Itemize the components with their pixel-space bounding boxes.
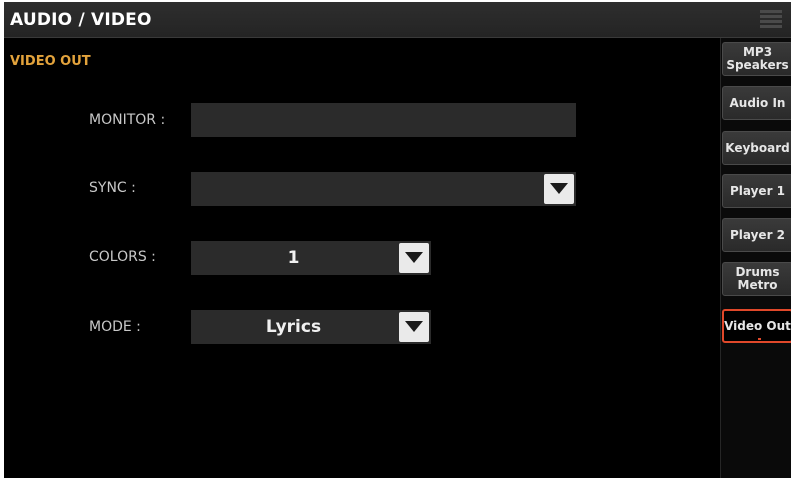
tab-label: Audio In	[729, 95, 786, 110]
tab-label: MP3 Speakers	[726, 45, 789, 72]
mode-value: Lyrics	[265, 317, 322, 337]
chevron-down-icon[interactable]	[399, 312, 429, 342]
tab-audio-in[interactable]: Audio In	[722, 86, 791, 120]
mode-label: MODE :	[89, 319, 141, 335]
tab-label: Player 2	[729, 227, 786, 242]
page-title: AUDIO / VIDEO	[10, 10, 152, 30]
tab-label: Video Out	[724, 318, 791, 333]
chevron-down-icon[interactable]	[399, 243, 429, 273]
colors-dropdown[interactable]: 1	[191, 241, 431, 275]
header-bar: AUDIO / VIDEO	[4, 2, 791, 38]
tab-keyboard[interactable]: Keyboard	[722, 131, 791, 165]
colors-label: COLORS :	[89, 249, 156, 265]
tab-player-1[interactable]: Player 1	[722, 174, 791, 208]
hamburger-menu-icon[interactable]	[760, 10, 782, 28]
tab-player-2[interactable]: Player 2	[722, 218, 791, 252]
tab-label: Player 1	[729, 183, 786, 198]
tab-label: Drums Metro	[735, 265, 780, 292]
colors-value: 1	[287, 248, 300, 268]
chevron-down-icon[interactable]	[544, 174, 574, 204]
sync-value	[191, 172, 541, 206]
monitor-field[interactable]	[191, 103, 576, 137]
tab-drums-metro[interactable]: Drums Metro	[722, 262, 791, 296]
mode-dropdown[interactable]: Lyrics	[191, 310, 431, 344]
tab-mp3-speakers[interactable]: MP3 Speakers	[722, 42, 791, 76]
monitor-label: MONITOR :	[89, 112, 166, 128]
tab-label: Keyboard	[725, 140, 790, 155]
sync-dropdown[interactable]	[191, 172, 576, 206]
section-title: VIDEO OUT	[10, 54, 91, 69]
main-screen: AUDIO / VIDEO VIDEO OUT MONITOR : SYNC :…	[4, 2, 791, 478]
monitor-value	[191, 103, 576, 137]
sync-label: SYNC :	[89, 180, 136, 196]
active-indicator	[758, 338, 761, 340]
tab-video-out[interactable]: Video Out	[722, 309, 791, 343]
